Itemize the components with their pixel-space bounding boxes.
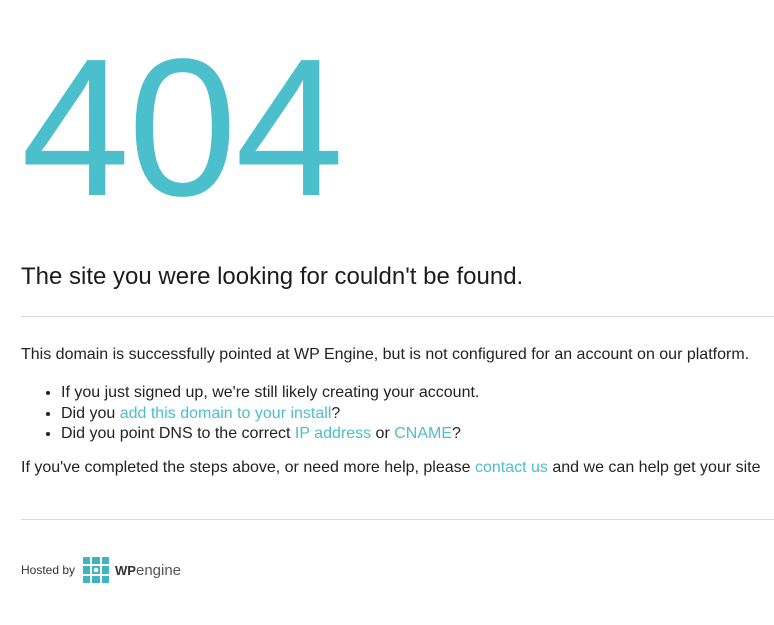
logo-engine-text: engine [135,561,182,579]
ip-address-link[interactable]: IP address [295,425,371,442]
divider-top [21,316,774,317]
wp-engine-logo[interactable]: WP engine [83,557,181,583]
list-item: Did you add this domain to your install? [61,404,479,425]
divider-bottom [21,519,774,520]
list-item: If you just signed up, we're still likel… [61,383,479,404]
page-title: The site you were looking for couldn't b… [21,263,524,290]
help-text: If you've completed the steps above, or … [21,459,761,477]
tips-list: If you just signed up, we're still likel… [21,383,479,445]
tip-domain-suffix: ? [331,404,341,422]
help-suffix: and we can help get your site [547,459,761,476]
error-code: 404 [21,18,344,237]
logo-wp-text: WP [115,562,136,578]
intro-text: This domain is successfully pointed at W… [21,346,750,363]
cname-link[interactable]: CNAME [394,425,452,442]
tip-domain-prefix: Did you [61,404,120,422]
list-item: Did you point DNS to the correct IP addr… [61,424,479,445]
footer: Hosted by WP engine [21,555,181,585]
hosted-by-label: Hosted by [21,563,76,577]
tip-dns-prefix: Did you point DNS to the correct [61,425,295,442]
tip-signed-up-text: If you just signed up, we're still likel… [61,384,480,401]
help-prefix: If you've completed the steps above, or … [21,459,475,476]
tip-dns-middle: or [371,425,395,442]
add-domain-link[interactable]: add this domain to your install [120,405,332,422]
tip-dns-suffix: ? [452,425,461,442]
wp-engine-logo-icon [83,557,110,583]
contact-us-link[interactable]: contact us [475,459,548,476]
